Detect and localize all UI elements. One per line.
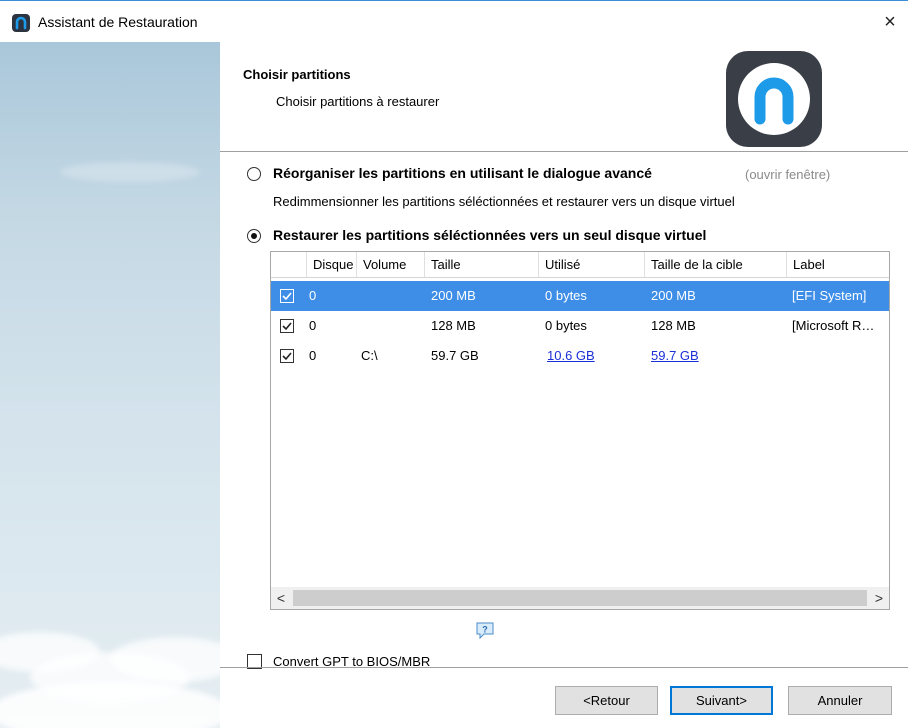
horizontal-scrollbar[interactable]: < > [271,587,889,609]
column-header-volume[interactable]: Volume [357,252,425,277]
app-logo-icon [12,14,30,32]
title-bar: Assistant de Restauration × [0,0,908,42]
cell-target-size-link[interactable]: 59.7 GB [651,341,699,371]
back-button[interactable]: <Retour [555,686,658,715]
footer-separator [220,667,908,668]
next-button[interactable]: Suivant> [670,686,773,715]
column-header-disk[interactable]: Disque [307,252,357,277]
cell-used: 0 bytes [545,288,587,303]
table-row[interactable]: 0 128 MB 0 bytes 128 MB [Microsoft R… [271,311,889,341]
radio-single-disk[interactable] [247,229,261,243]
close-icon[interactable]: × [878,11,902,33]
cell-size: 128 MB [431,318,476,333]
column-checkbox [271,252,307,277]
cell-target-size: 128 MB [651,318,696,333]
cell-label: [EFI System] [792,288,867,303]
wizard-sidebar-image [0,42,220,728]
scroll-left-icon[interactable]: < [271,587,291,609]
partition-list[interactable]: Disque Volume Taille Utilisé Taille de l… [270,251,890,610]
column-header-used[interactable]: Utilisé [539,252,645,277]
scrollbar-thumb[interactable] [293,590,867,606]
header-separator [220,151,908,152]
list-header: Disque Volume Taille Utilisé Taille de l… [271,252,889,278]
window-title: Assistant de Restauration [38,14,198,30]
help-icon[interactable]: ? [475,622,495,640]
cell-disk: 0 [309,348,317,363]
cell-size: 59.7 GB [431,348,479,363]
svg-text:?: ? [482,625,488,635]
page-subtitle: Choisir partitions à restaurer [276,94,440,109]
option-advanced-description: Redimmensionner les partitions séléction… [273,194,735,209]
open-window-link[interactable]: (ouvrir fenêtre) [745,167,830,182]
cell-disk: 0 [309,318,317,333]
cell-target-size: 200 MB [651,288,696,303]
option-single-disk-label[interactable]: Restaurer les partitions séléctionnées v… [273,227,706,243]
cell-size: 200 MB [431,288,476,303]
column-header-size[interactable]: Taille [425,252,539,277]
column-header-target-size[interactable]: Taille de la cible [645,252,787,277]
cell-used-link[interactable]: 10.6 GB [547,341,595,371]
column-header-label[interactable]: Label [787,252,889,277]
cell-volume: C:\ [361,348,378,363]
product-logo [726,51,822,147]
cell-used: 0 bytes [545,318,587,333]
page-title: Choisir partitions [243,67,351,82]
scroll-right-icon[interactable]: > [869,587,889,609]
row-checkbox[interactable] [280,349,294,363]
table-row[interactable]: 0 C:\ 59.7 GB 10.6 GB 59.7 GB [271,341,889,371]
cell-label [792,341,888,371]
logo-icon [738,63,810,135]
cell-label: [Microsoft R… [792,318,875,333]
option-advanced-label[interactable]: Réorganiser les partitions en utilisant … [273,165,652,181]
row-checkbox[interactable] [280,319,294,333]
cancel-button[interactable]: Annuler [788,686,892,715]
row-checkbox[interactable] [280,289,294,303]
radio-advanced-dialog[interactable] [247,167,261,181]
table-row[interactable]: 0 200 MB 0 bytes 200 MB [EFI System] [271,281,889,311]
cell-disk: 0 [309,288,317,303]
